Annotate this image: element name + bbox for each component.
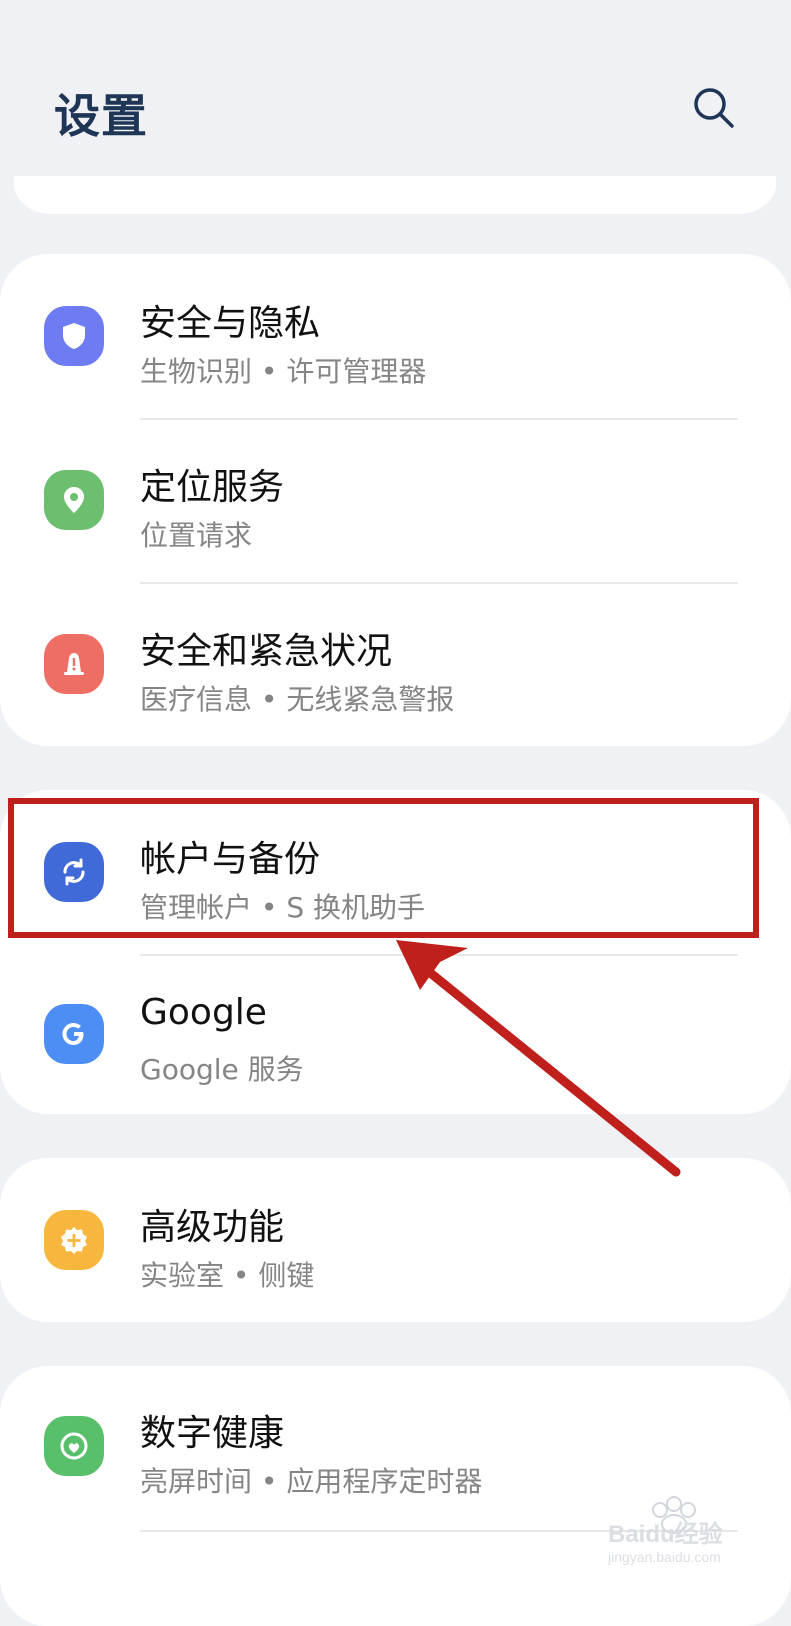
watermark-text: Baidu经验 [608, 1520, 723, 1548]
settings-item-google[interactable]: Google Google 服务 [0, 956, 791, 1114]
settings-item-safety-emergency[interactable]: 安全和紧急状况 医疗信息 • 无线紧急警报 [0, 584, 791, 746]
item-subtitle: 位置请求 [140, 519, 253, 552]
settings-card-advanced: 高级功能 实验室 • 侧键 [0, 1158, 791, 1322]
settings-item-security-privacy[interactable]: 安全与隐私 生物识别 • 许可管理器 [0, 254, 791, 420]
page-title: 设置 [54, 89, 148, 143]
item-title: 安全和紧急状况 [140, 631, 393, 672]
header: 设置 [0, 0, 791, 170]
item-subtitle: 亮屏时间 • 应用程序定时器 [140, 1465, 483, 1498]
previous-card-edge [14, 176, 776, 214]
settings-item-location[interactable]: 定位服务 位置请求 [0, 420, 791, 586]
wellbeing-icon [44, 1416, 104, 1476]
item-title: 数字健康 [140, 1413, 285, 1454]
item-title: Google [140, 992, 267, 1033]
watermark-subtext: jingyan.baidu.com [608, 1549, 721, 1565]
location-pin-icon [44, 470, 104, 530]
item-subtitle: Google 服务 [140, 1053, 304, 1086]
search-icon [694, 88, 734, 128]
highlight-box [8, 798, 759, 938]
settings-card-privacy: 安全与隐私 生物识别 • 许可管理器 定位服务 位置请求 安全和紧急状况 医疗信… [0, 254, 791, 746]
item-subtitle: 医疗信息 • 无线紧急警报 [140, 683, 455, 716]
item-title: 高级功能 [140, 1207, 285, 1248]
plus-gear-icon [44, 1210, 104, 1270]
shield-icon [44, 306, 104, 366]
emergency-alert-icon [44, 634, 104, 694]
item-title: 安全与隐私 [140, 303, 321, 344]
item-title: 定位服务 [140, 467, 285, 508]
search-button[interactable] [690, 84, 738, 132]
google-icon [44, 1004, 104, 1064]
item-subtitle: 实验室 • 侧键 [140, 1259, 315, 1292]
baidu-watermark: Baidu经验 jingyan.baidu.com [607, 1490, 758, 1570]
settings-item-advanced-features[interactable]: 高级功能 实验室 • 侧键 [0, 1158, 791, 1322]
item-subtitle: 生物识别 • 许可管理器 [140, 355, 427, 388]
